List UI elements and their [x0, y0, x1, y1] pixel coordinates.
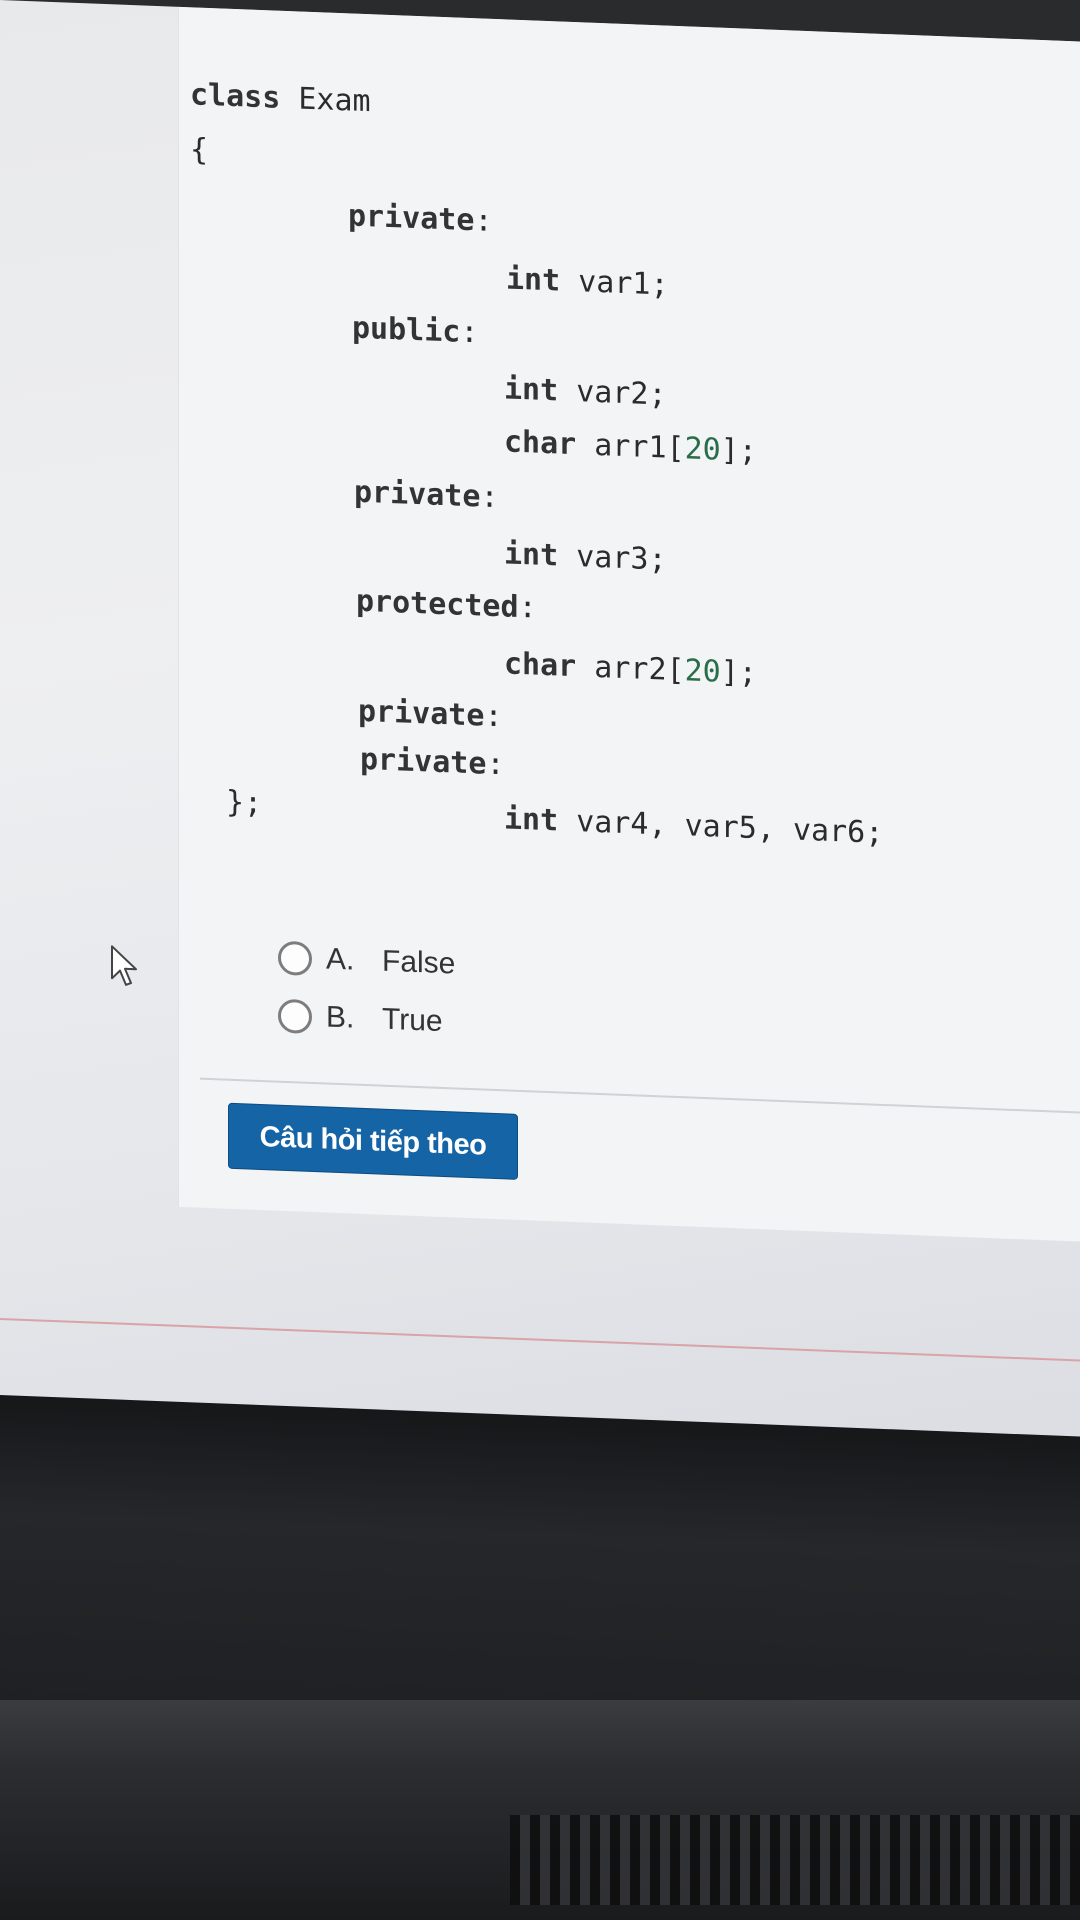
code-text: var1;	[560, 263, 669, 303]
code-text: var3;	[558, 538, 667, 578]
page-bottom-rule	[0, 1318, 1080, 1362]
code-text: arr1[	[576, 427, 685, 467]
code-line: int var3;	[504, 534, 667, 580]
code-line: private:	[360, 740, 505, 786]
code-keyword: private	[360, 741, 487, 782]
radio-button-b[interactable]	[278, 998, 312, 1034]
code-text: :	[460, 314, 479, 351]
code-text: :	[484, 698, 503, 735]
code-text: :	[486, 746, 505, 783]
answer-option-a[interactable]: A. False	[278, 936, 455, 987]
answer-option-b[interactable]: B. True	[278, 994, 455, 1045]
code-keyword: char	[504, 646, 577, 685]
code-line: int var2;	[504, 369, 667, 415]
answer-list: A. False B. True	[278, 936, 455, 1059]
code-line: private:	[348, 196, 493, 242]
code-text: Exam	[280, 80, 371, 120]
answer-text-b: True	[382, 1002, 443, 1039]
code-line: };	[226, 783, 262, 824]
code-line: private:	[354, 473, 499, 519]
code-line: {	[190, 130, 208, 171]
code-keyword: private	[354, 474, 481, 515]
answer-letter-a: A.	[326, 942, 355, 977]
answer-letter-b: B.	[326, 1000, 355, 1035]
code-text: ];	[720, 432, 757, 470]
code-text: };	[226, 784, 263, 822]
answer-text-a: False	[382, 944, 456, 981]
code-line: int var1;	[506, 259, 669, 305]
code-keyword: private	[358, 693, 485, 734]
code-line: private:	[358, 692, 503, 738]
code-number: 20	[684, 653, 721, 690]
monitor-screen: class Exam{private: int var1; public: int v…	[0, 0, 1080, 1522]
code-text: :	[518, 589, 537, 626]
code-text: {	[190, 132, 209, 168]
code-text: :	[480, 479, 499, 516]
code-keyword: char	[504, 424, 577, 463]
radio-button-a[interactable]	[278, 940, 312, 976]
next-question-button[interactable]: Câu hỏi tiếp theo	[228, 1102, 518, 1180]
mouse-cursor-icon	[111, 945, 137, 986]
code-text: :	[474, 203, 493, 239]
code-keyword: int	[504, 536, 559, 574]
code-keyword: int	[504, 371, 559, 409]
code-text: ];	[720, 654, 757, 692]
code-keyword: public	[352, 310, 461, 350]
code-text: arr2[	[576, 649, 685, 689]
code-keyword: class	[190, 77, 281, 116]
code-line: public:	[352, 309, 478, 354]
code-keyword: private	[348, 198, 475, 239]
code-text: var2;	[558, 373, 667, 413]
laptop-vent	[510, 1815, 1080, 1905]
code-keyword: int	[504, 801, 559, 839]
question-panel	[178, 6, 1080, 1243]
code-keyword: protected	[356, 583, 519, 625]
code-keyword: int	[506, 261, 561, 299]
code-line: class Exam	[190, 75, 371, 122]
code-line: protected:	[356, 582, 537, 629]
code-number: 20	[684, 431, 721, 468]
